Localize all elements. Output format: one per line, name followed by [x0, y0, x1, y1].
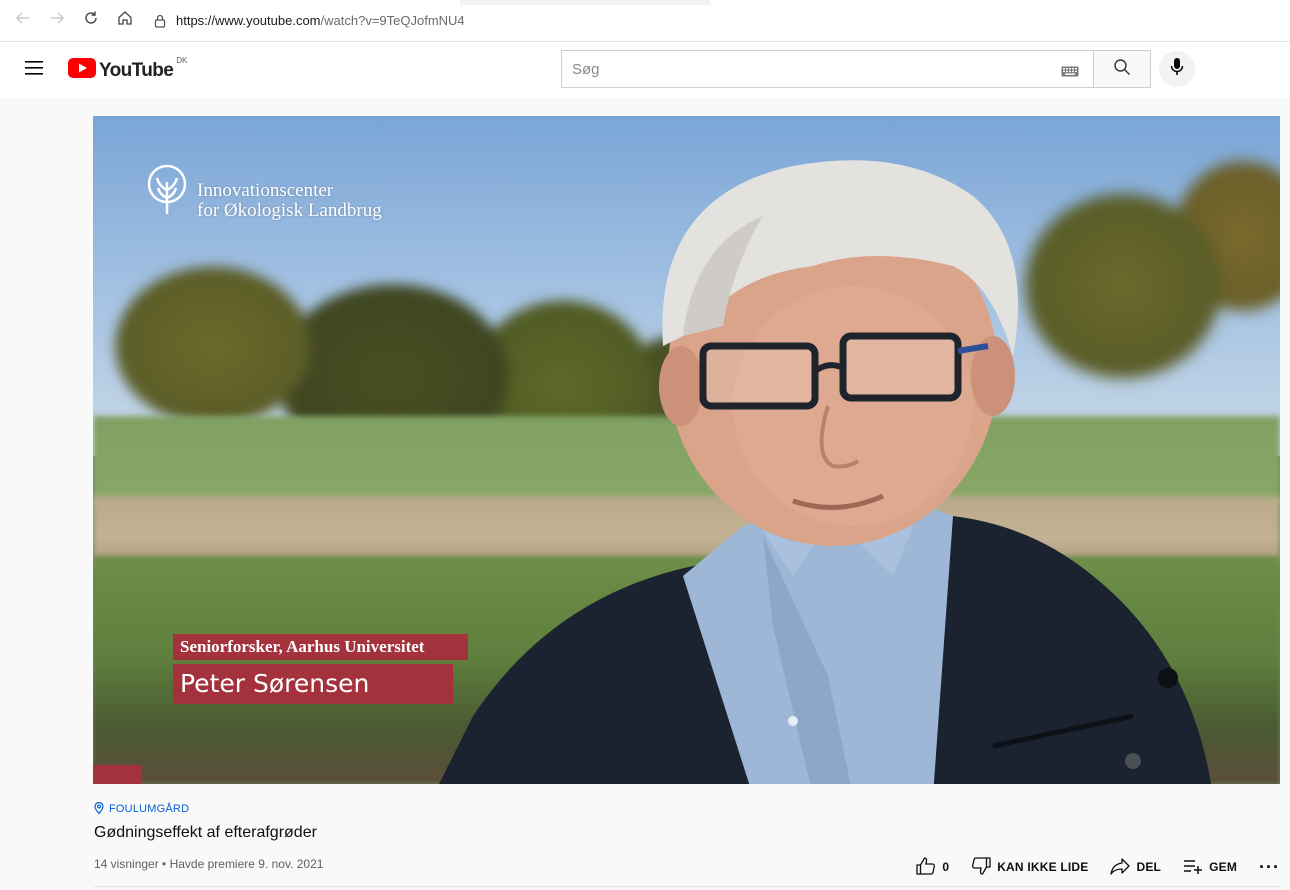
- forward-arrow-icon: [49, 10, 65, 31]
- back-button[interactable]: [6, 4, 40, 38]
- watermark-line-2: for Økologisk Landbrug: [197, 200, 382, 221]
- speaker-lower-third: Seniorforsker, Aarhus Universitet Peter …: [173, 634, 469, 704]
- microphone-icon: [1170, 57, 1184, 82]
- reload-button[interactable]: [74, 4, 108, 38]
- back-arrow-icon: [15, 10, 31, 31]
- video-info: FOULUMGÅRD Gødningseffekt af efterafgrød…: [94, 800, 1280, 880]
- share-icon: [1110, 857, 1136, 878]
- youtube-logo[interactable]: YouTube DK: [68, 56, 188, 83]
- location-pin-icon: [94, 801, 104, 817]
- youtube-play-icon: [68, 58, 96, 83]
- location-link[interactable]: FOULUMGÅRD: [94, 800, 1280, 818]
- share-label: DEL: [1136, 860, 1162, 874]
- video-meta-row: 14 visninger • Havde premiere 9. nov. 20…: [94, 854, 1280, 880]
- reload-icon: [83, 10, 99, 31]
- location-text: FOULUMGÅRD: [109, 803, 190, 815]
- watermark-line-1: Innovationscenter: [197, 180, 334, 201]
- view-count-and-date: 14 visninger • Havde premiere 9. nov. 20…: [94, 857, 324, 871]
- home-icon: [117, 10, 133, 31]
- youtube-masthead: YouTube DK: [0, 42, 1290, 98]
- video-player[interactable]: Innovationscenter for Økologisk Landbrug…: [93, 116, 1280, 784]
- browser-toolbar: https://www.youtube.com/watch?v=9TeQJofm…: [0, 0, 1290, 42]
- guide-menu-button[interactable]: [20, 56, 48, 84]
- url-path: /watch?v=9TeQJofmNU4: [320, 13, 465, 28]
- search-button[interactable]: [1093, 50, 1151, 88]
- dislike-button[interactable]: KAN IKKE LIDE: [971, 856, 1089, 878]
- save-label: GEM: [1209, 860, 1238, 874]
- youtube-logo-text: YouTube: [99, 59, 174, 81]
- more-actions-button[interactable]: ···: [1259, 857, 1280, 878]
- corner-marker: [93, 765, 141, 784]
- search-input[interactable]: [561, 50, 1093, 88]
- keyboard-icon[interactable]: [1061, 64, 1079, 82]
- search-box: [561, 50, 1195, 88]
- save-playlist-icon: [1183, 858, 1209, 877]
- save-button[interactable]: GEM: [1183, 858, 1237, 877]
- sprout-logo-icon: [147, 164, 191, 221]
- search-icon: [1113, 58, 1131, 81]
- video-title: Gødningseffekt af efterafgrøder: [94, 824, 317, 841]
- address-bar[interactable]: https://www.youtube.com/watch?v=9TeQJofm…: [154, 6, 465, 36]
- thumbs-up-icon: [916, 856, 942, 878]
- like-button[interactable]: 0: [916, 856, 950, 878]
- video-frame-person: [439, 160, 1212, 784]
- thumbs-down-icon: [971, 856, 997, 878]
- more-icon: ···: [1259, 856, 1280, 877]
- url-host: https://www.youtube.com: [176, 13, 321, 28]
- home-button[interactable]: [108, 4, 142, 38]
- hamburger-menu-icon: [25, 60, 43, 80]
- share-button[interactable]: DEL: [1110, 857, 1161, 878]
- like-count: 0: [942, 860, 950, 874]
- info-divider: [94, 886, 1280, 887]
- dislike-label: KAN IKKE LIDE: [997, 860, 1089, 874]
- country-code: DK: [176, 56, 188, 65]
- voice-search-button[interactable]: [1159, 51, 1195, 87]
- browser-tab-strip: [460, 0, 710, 5]
- channel-watermark: Innovationscenter for Økologisk Landbrug: [147, 164, 382, 221]
- speaker-role: Seniorforsker, Aarhus Universitet: [173, 634, 469, 660]
- channel-watermark-text: Innovationscenter for Økologisk Landbrug: [197, 181, 382, 221]
- speaker-name: Peter Sørensen: [173, 664, 454, 704]
- lock-icon: [154, 14, 166, 28]
- video-actions: 0 KAN IKKE LIDE DEL GEM ···: [894, 854, 1280, 880]
- forward-button[interactable]: [40, 4, 74, 38]
